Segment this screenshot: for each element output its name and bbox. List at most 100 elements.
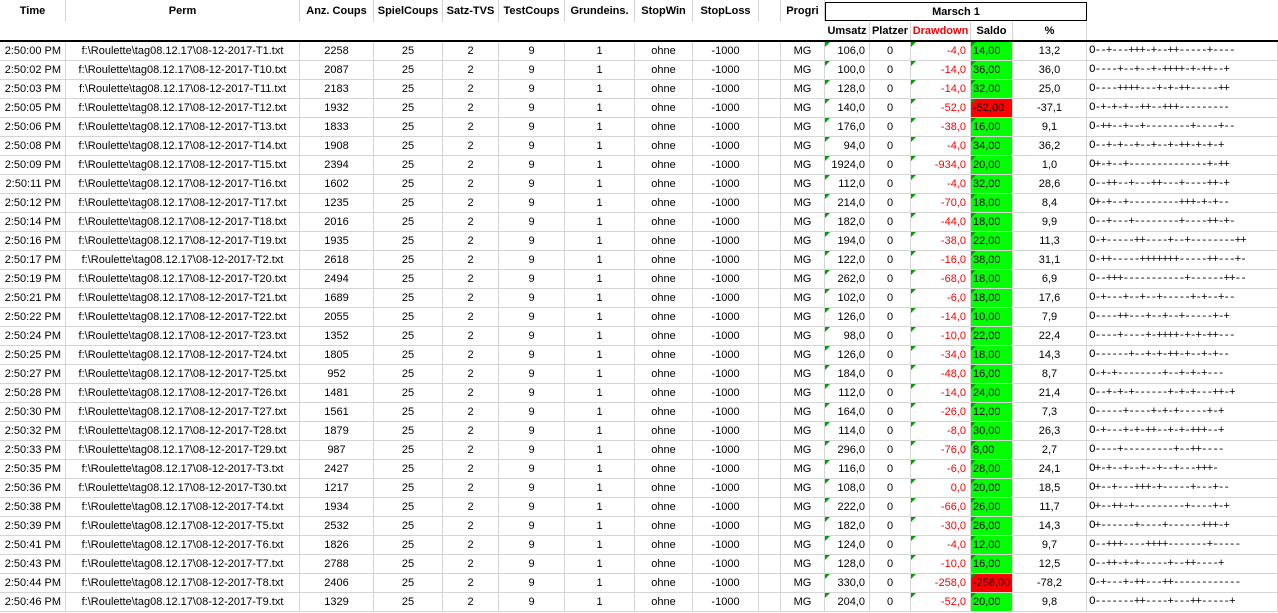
cell-stopwin[interactable]: ohne [635,403,693,421]
cell-anz-coups[interactable]: 2258 [300,42,374,60]
cell-progri[interactable]: MG [781,346,825,364]
cell-satz-tvs[interactable]: 2 [443,593,499,611]
cell-drawdown[interactable]: -4,0 [911,42,971,60]
col-header-perm[interactable]: Perm [66,0,300,22]
cell-pattern[interactable]: O-+---+-+-++--+-+-+++--+ [1087,422,1278,440]
cell-spacer[interactable] [759,422,781,440]
cell-stoploss[interactable]: -1000 [693,536,759,554]
cell-saldo[interactable]: 34,00 [971,137,1013,155]
cell-stoploss[interactable]: -1000 [693,422,759,440]
cell-progri[interactable]: MG [781,232,825,250]
cell-grundeins[interactable]: 1 [565,251,635,269]
cell-perm[interactable]: f:\Roulette\tag08.12.17\08-12-2017-T15.t… [66,156,300,174]
cell-pattern[interactable]: O-+---+-++---++------------ [1087,574,1278,592]
cell-stopwin[interactable]: ohne [635,384,693,402]
cell-testcoups[interactable]: 9 [499,384,565,402]
cell-spacer[interactable] [759,536,781,554]
cell-platzer[interactable]: 0 [870,365,911,383]
cell-umsatz[interactable]: 122,0 [825,251,870,269]
cell-grundeins[interactable]: 1 [565,213,635,231]
cell-percent[interactable]: 8,7 [1013,365,1087,383]
cell-platzer[interactable]: 0 [870,137,911,155]
cell-percent[interactable]: 14,3 [1013,346,1087,364]
cell-stoploss[interactable]: -1000 [693,593,759,611]
cell-anz-coups[interactable]: 1932 [300,99,374,117]
cell-grundeins[interactable]: 1 [565,270,635,288]
cell-stopwin[interactable]: ohne [635,137,693,155]
cell-time[interactable]: 2:50:12 PM [0,194,66,212]
cell-umsatz[interactable]: 106,0 [825,42,870,60]
col-header-satz-tvs[interactable]: Satz-TVS [443,0,499,22]
cell-time[interactable]: 2:50:41 PM [0,536,66,554]
cell-percent[interactable]: 9,8 [1013,593,1087,611]
cell-progri[interactable]: MG [781,441,825,459]
cell-testcoups[interactable]: 9 [499,327,565,345]
cell-anz-coups[interactable]: 2532 [300,517,374,535]
cell-stoploss[interactable]: -1000 [693,479,759,497]
cell-satz-tvs[interactable]: 2 [443,517,499,535]
cell-stoploss[interactable]: -1000 [693,517,759,535]
cell-drawdown[interactable]: -14,0 [911,308,971,326]
cell-perm[interactable]: f:\Roulette\tag08.12.17\08-12-2017-T2.tx… [66,251,300,269]
cell-satz-tvs[interactable]: 2 [443,232,499,250]
cell-spacer[interactable] [759,593,781,611]
cell-progri[interactable]: MG [781,517,825,535]
cell-grundeins[interactable]: 1 [565,80,635,98]
cell-perm[interactable]: f:\Roulette\tag08.12.17\08-12-2017-T26.t… [66,384,300,402]
cell-spielcoups[interactable]: 25 [374,118,443,136]
cell-testcoups[interactable]: 9 [499,137,565,155]
cell-platzer[interactable]: 0 [870,251,911,269]
cell-anz-coups[interactable]: 1689 [300,289,374,307]
cell-progri[interactable]: MG [781,289,825,307]
cell-stopwin[interactable]: ohne [635,365,693,383]
cell-testcoups[interactable]: 9 [499,593,565,611]
cell-perm[interactable]: f:\Roulette\tag08.12.17\08-12-2017-T6.tx… [66,536,300,554]
cell-umsatz[interactable]: 98,0 [825,327,870,345]
cell-anz-coups[interactable]: 1826 [300,536,374,554]
cell-saldo[interactable]: 18,00 [971,213,1013,231]
cell-spielcoups[interactable]: 25 [374,251,443,269]
cell-saldo[interactable]: 32,00 [971,175,1013,193]
cell-testcoups[interactable]: 9 [499,555,565,573]
cell-stopwin[interactable]: ohne [635,517,693,535]
cell-spielcoups[interactable]: 25 [374,517,443,535]
cell-umsatz[interactable]: 112,0 [825,384,870,402]
cell-pattern[interactable]: O--+---+++-+--++-----+---- [1087,42,1278,60]
cell-perm[interactable]: f:\Roulette\tag08.12.17\08-12-2017-T22.t… [66,308,300,326]
cell-umsatz[interactable]: 102,0 [825,289,870,307]
cell-umsatz[interactable]: 204,0 [825,593,870,611]
cell-time[interactable]: 2:50:06 PM [0,118,66,136]
cell-satz-tvs[interactable]: 2 [443,270,499,288]
cell-perm[interactable]: f:\Roulette\tag08.12.17\08-12-2017-T27.t… [66,403,300,421]
cell-spacer[interactable] [759,289,781,307]
cell-drawdown[interactable]: -48,0 [911,365,971,383]
cell-satz-tvs[interactable]: 2 [443,289,499,307]
cell-pattern[interactable]: O--+++----++++-------+----- [1087,536,1278,554]
cell-saldo[interactable]: 36,00 [971,61,1013,79]
cell-pattern[interactable]: O--++-+-+-----+--++----+ [1087,555,1278,573]
cell-perm[interactable]: f:\Roulette\tag08.12.17\08-12-2017-T10.t… [66,61,300,79]
cell-spacer[interactable] [759,574,781,592]
cell-spacer[interactable] [759,498,781,516]
cell-umsatz[interactable]: 164,0 [825,403,870,421]
cell-saldo[interactable]: 24,00 [971,384,1013,402]
cell-satz-tvs[interactable]: 2 [443,42,499,60]
cell-pattern[interactable]: O+------+----+------+++-+ [1087,517,1278,535]
cell-stoploss[interactable]: -1000 [693,555,759,573]
cell-spielcoups[interactable]: 25 [374,213,443,231]
cell-perm[interactable]: f:\Roulette\tag08.12.17\08-12-2017-T30.t… [66,479,300,497]
cell-percent[interactable]: 18,5 [1013,479,1087,497]
cell-saldo[interactable]: 18,00 [971,346,1013,364]
cell-time[interactable]: 2:50:25 PM [0,346,66,364]
cell-percent[interactable]: 1,0 [1013,156,1087,174]
cell-platzer[interactable]: 0 [870,498,911,516]
cell-umsatz[interactable]: 112,0 [825,175,870,193]
cell-saldo[interactable]: 18,00 [971,270,1013,288]
cell-drawdown[interactable]: -4,0 [911,137,971,155]
cell-drawdown[interactable]: -70,0 [911,194,971,212]
cell-pattern[interactable]: O--+-+-+------+-+-+---++-+ [1087,384,1278,402]
cell-perm[interactable]: f:\Roulette\tag08.12.17\08-12-2017-T3.tx… [66,460,300,478]
cell-grundeins[interactable]: 1 [565,517,635,535]
cell-platzer[interactable]: 0 [870,460,911,478]
cell-perm[interactable]: f:\Roulette\tag08.12.17\08-12-2017-T1.tx… [66,42,300,60]
